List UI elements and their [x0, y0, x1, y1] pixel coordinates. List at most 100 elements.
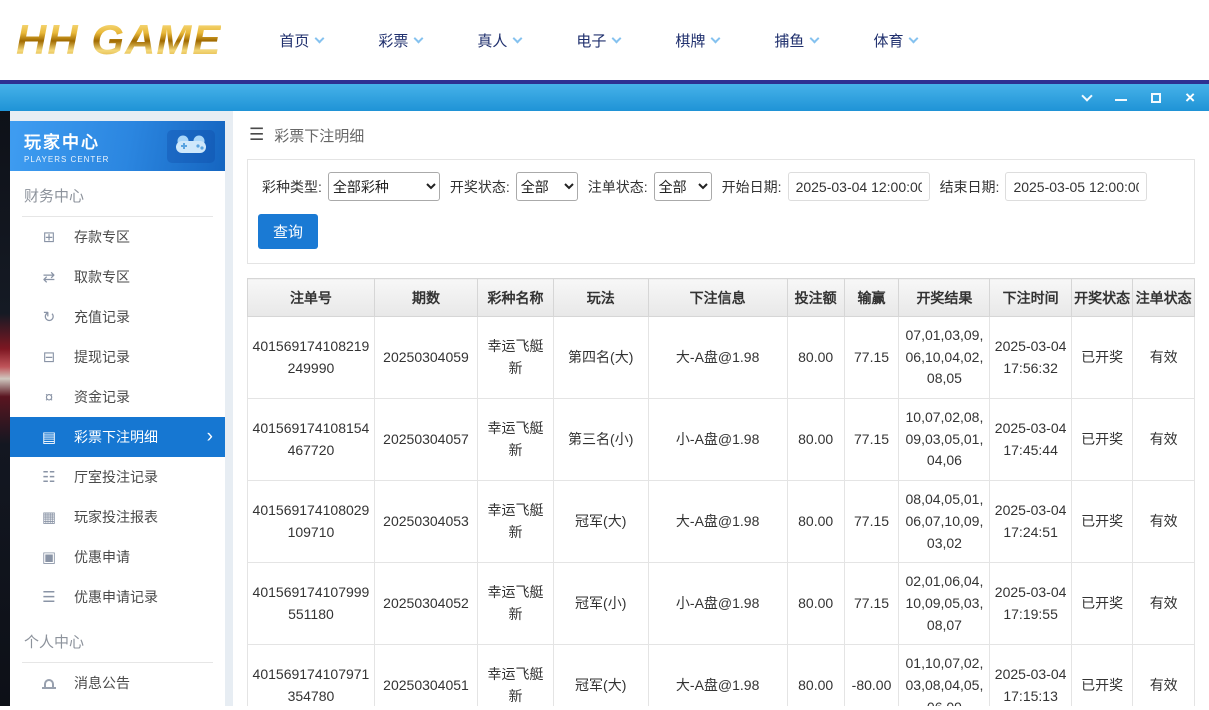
order-status-label: 注单状态: — [588, 177, 648, 197]
cell-lottery-name: 幸运飞艇新 — [478, 481, 554, 563]
cell-period: 20250304052 — [374, 563, 477, 645]
menu-icon[interactable]: ☰ — [249, 125, 264, 145]
cell-bet-time: 2025-03-04 17:56:32 — [990, 317, 1071, 399]
column-header-order-status: 注单状态 — [1133, 279, 1195, 317]
column-header-play-type: 玩法 — [553, 279, 648, 317]
cell-bet-id: 401569174107999551180 — [248, 563, 375, 645]
sidebar-item-promo-record[interactable]: ☰优惠申请记录 — [10, 577, 225, 617]
cell-bet-time: 2025-03-04 17:19:55 — [990, 563, 1071, 645]
window-close-icon[interactable]: × — [1185, 89, 1195, 106]
main-nav: 首页 彩票 真人 电子 棋牌 捕鱼 体育 — [279, 30, 917, 51]
window-minimize-icon[interactable] — [1115, 99, 1127, 101]
sidebar-item-recharge[interactable]: ↻充值记录 — [10, 297, 225, 337]
promo-record-icon: ☰ — [40, 590, 58, 605]
sidebar-item-label: 取款专区 — [74, 267, 130, 287]
draw-status-label: 开奖状态: — [450, 177, 510, 197]
promo-icon: ▣ — [40, 550, 58, 565]
filter-panel: 彩种类型: 全部彩种 开奖状态: 全部 注单状态: 全部 开始日期: 结束日期:… — [247, 159, 1195, 264]
cell-lottery-name: 幸运飞艇新 — [478, 645, 554, 706]
cell-win-loss: 77.15 — [844, 563, 899, 645]
sidebar-item-report[interactable]: ▦ 玩家投注报表 — [10, 497, 225, 537]
chevron-down-icon — [612, 33, 622, 43]
sidebar-item-cashout[interactable]: ⊟ 提现记录 — [10, 337, 225, 377]
chevron-down-icon — [315, 33, 325, 43]
start-date-input[interactable] — [788, 172, 930, 201]
column-header-period: 期数 — [374, 279, 477, 317]
nav-item-label: 棋牌 — [675, 30, 705, 51]
cell-play-type: 第四名(大) — [553, 317, 648, 399]
cell-order-status: 有效 — [1133, 399, 1195, 481]
gamepad-icon — [167, 130, 215, 163]
bets-table: 注单号期数彩种名称玩法下注信息投注额输赢开奖结果下注时间开奖状态注单状态 401… — [247, 278, 1195, 706]
cell-bet-info: 大-A盘@1.98 — [648, 317, 787, 399]
cell-win-loss: 77.15 — [844, 481, 899, 563]
table-row: 40156917410815446772020250304057幸运飞艇新第三名… — [248, 399, 1195, 481]
sidebar-item-funds[interactable]: ¤资金记录 — [10, 377, 225, 417]
sidebar-item-label: 优惠申请 — [74, 547, 130, 567]
query-button[interactable]: 查询 — [258, 214, 318, 249]
cell-play-type: 冠军(小) — [553, 563, 648, 645]
cashout-icon: ⊟ — [40, 350, 58, 365]
cell-order-status: 有效 — [1133, 645, 1195, 706]
site-logo[interactable]: HH GAME — [16, 16, 221, 64]
lottery-type-select[interactable]: 全部彩种 — [328, 172, 440, 201]
deposit-icon: ⊞ — [40, 230, 58, 245]
sidebar-header: 玩家中心 PLAYERS CENTER — [10, 121, 225, 171]
chevron-down-icon — [414, 33, 424, 43]
nav-item-2[interactable]: 真人 — [477, 30, 521, 51]
cell-draw-result: 07,01,03,09,06,10,04,02,08,05 — [899, 317, 990, 399]
sidebar-item-promo[interactable]: ▣ 优惠申请 — [10, 537, 225, 577]
content-area: 玩家中心 PLAYERS CENTER 财务中心⊞存款专区⇄取款专区↻充值 — [0, 111, 1209, 706]
end-date-input[interactable] — [1005, 172, 1147, 201]
cell-bet-id: 401569174108029109710 — [248, 481, 375, 563]
cell-bet-info: 小-A盘@1.98 — [648, 563, 787, 645]
nav-item-label: 首页 — [279, 30, 309, 51]
window-maximize-icon[interactable] — [1151, 93, 1161, 103]
sidebar-item-withdraw[interactable]: ⇄取款专区 — [10, 257, 225, 297]
nav-item-1[interactable]: 彩票 — [378, 30, 422, 51]
cell-draw-status: 已开奖 — [1071, 317, 1133, 399]
sidebar-item-lottery[interactable]: ▤彩票下注明细› — [10, 417, 225, 457]
cell-draw-result: 08,04,05,01,06,07,10,09,03,02 — [899, 481, 990, 563]
window-titlebar: × — [0, 84, 1209, 111]
table-row: 40156917410797135478020250304051幸运飞艇新冠军(… — [248, 645, 1195, 706]
nav-item-label: 彩票 — [378, 30, 408, 51]
sidebar-item-bell[interactable]: 消息公告 — [10, 663, 225, 703]
sidebar-item-label: 提现记录 — [74, 347, 130, 367]
cell-bet-amount: 80.00 — [787, 645, 844, 706]
sidebar-item-label: 彩票下注明细 — [74, 427, 158, 447]
sidebar-item-label: 存款专区 — [74, 227, 130, 247]
cell-order-status: 有效 — [1133, 317, 1195, 399]
sidebar: 玩家中心 PLAYERS CENTER 财务中心⊞存款专区⇄取款专区↻充值 — [10, 111, 225, 706]
sidebar-item-hall[interactable]: ☷厅室投注记录 — [10, 457, 225, 497]
nav-item-0[interactable]: 首页 — [279, 30, 323, 51]
order-status-select[interactable]: 全部 — [654, 172, 712, 201]
cell-bet-amount: 80.00 — [787, 563, 844, 645]
cell-draw-result: 01,10,07,02,03,08,04,05,06,09 — [899, 645, 990, 706]
nav-item-6[interactable]: 体育 — [873, 30, 917, 51]
sidebar-item-label: 消息公告 — [74, 673, 130, 693]
table-row: 40156917410799955118020250304052幸运飞艇新冠军(… — [248, 563, 1195, 645]
table-body: 40156917410821924999020250304059幸运飞艇新第四名… — [248, 317, 1195, 707]
cell-bet-id: 401569174107971354780 — [248, 645, 375, 706]
chevron-down-icon — [810, 33, 820, 43]
nav-item-4[interactable]: 棋牌 — [675, 30, 719, 51]
cell-draw-status: 已开奖 — [1071, 645, 1133, 706]
column-header-draw-result: 开奖结果 — [899, 279, 990, 317]
sidebar-item-label: 厅室投注记录 — [74, 467, 158, 487]
cell-draw-status: 已开奖 — [1071, 399, 1133, 481]
cell-lottery-name: 幸运飞艇新 — [478, 563, 554, 645]
lottery-icon: ▤ — [40, 430, 58, 445]
sidebar-subtitle: PLAYERS CENTER — [24, 155, 109, 164]
sidebar-sections: 财务中心⊞存款专区⇄取款专区↻充值记录⊟提现记录¤资金记录▤彩票下注明细›☷厅室… — [10, 181, 225, 703]
nav-item-3[interactable]: 电子 — [576, 30, 620, 51]
sidebar-item-deposit[interactable]: ⊞ 存款专区 — [10, 217, 225, 257]
window-collapse-icon[interactable] — [1081, 90, 1092, 101]
sidebar-item-label: 玩家投注报表 — [74, 507, 158, 527]
nav-item-5[interactable]: 捕鱼 — [774, 30, 818, 51]
report-icon: ▦ — [40, 510, 58, 525]
cell-period: 20250304053 — [374, 481, 477, 563]
column-header-bet-id: 注单号 — [248, 279, 375, 317]
draw-status-select[interactable]: 全部 — [516, 172, 578, 201]
cell-lottery-name: 幸运飞艇新 — [478, 317, 554, 399]
